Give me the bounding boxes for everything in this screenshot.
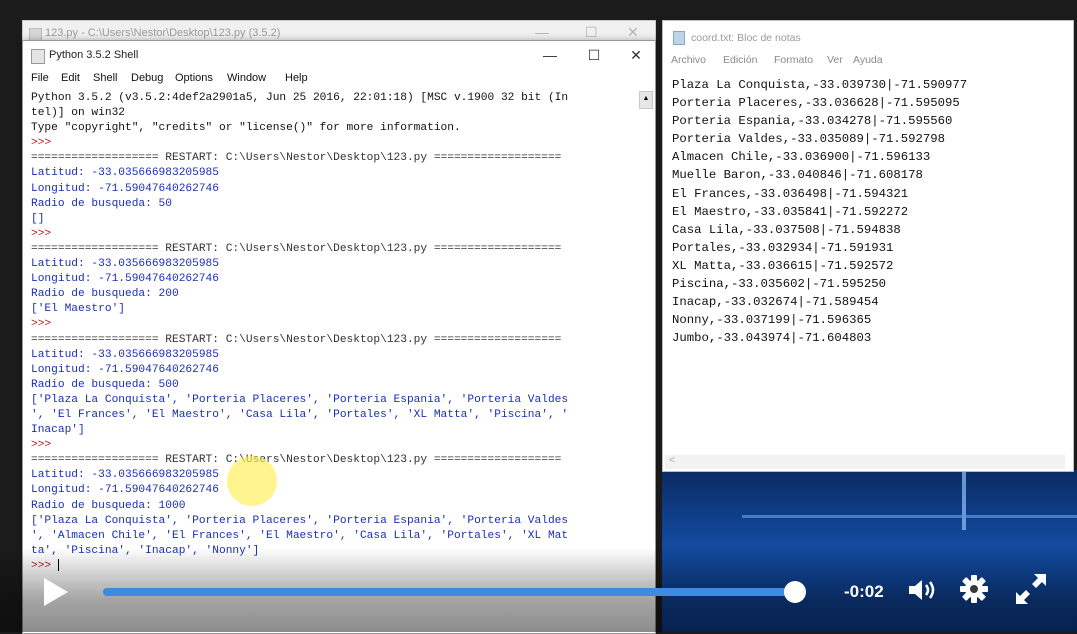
console-line: ['Plaza La Conquista', 'Porteria Placere… [31, 514, 569, 527]
console-line: Longitud: -71.59047640262746 [31, 273, 219, 286]
editor-minimize-button[interactable]: — [535, 24, 549, 40]
console-line: ['Plaza La Conquista', 'Porteria Placere… [31, 393, 569, 406]
notepad-line: Inacap,-33.032674|-71.589454 [672, 295, 879, 310]
console-line: =================== RESTART: C:\Users\Ne… [31, 152, 562, 165]
shell-prompt-line: >>> [31, 227, 58, 240]
notepad-menu-archivo[interactable]: Archivo [671, 54, 706, 66]
console-line: =================== RESTART: C:\Users\Ne… [31, 454, 562, 467]
wallpaper-light-beam [962, 470, 966, 530]
console-line: [] [31, 212, 45, 225]
notepad-line: Plaza La Conquista,-33.039730|-71.590977 [672, 78, 968, 92]
menu-options[interactable]: Options [175, 72, 213, 84]
menu-edit[interactable]: Edit [61, 72, 80, 84]
notepad-line: Piscina,-33.035602|-71.595250 [672, 277, 887, 292]
fullscreen-icon[interactable] [1014, 572, 1048, 613]
video-controls-bar: -0:02 [0, 548, 1077, 632]
shell-console-output[interactable]: Python 3.5.2 (v3.5.2:4def2a2901a5, Jun 2… [31, 91, 639, 581]
console-line: Latitud: -33.035666983205985 [31, 469, 219, 482]
console-line: Inacap'] [31, 424, 85, 437]
notepad-menu-formato[interactable]: Formato [774, 54, 813, 66]
notepad-menu-ver[interactable]: Ver [827, 54, 843, 66]
notepad-line: Muelle Baron,-33.040846|-71.608178 [672, 168, 923, 183]
time-remaining: -0:02 [844, 582, 884, 601]
notepad-line: Porteria Placeres,-33.036628|-71.595095 [672, 96, 960, 111]
shell-menubar: File Edit Shell Debug Options Window Hel… [23, 69, 655, 89]
shell-minimize-button[interactable]: — [533, 45, 567, 65]
notepad-line: Porteria Espania,-33.034278|-71.595560 [672, 114, 953, 129]
notepad-window-title: coord.txt: Bloc de notas [691, 32, 801, 44]
console-line: Latitud: -33.035666983205985 [31, 258, 219, 271]
menu-help[interactable]: Help [285, 72, 308, 84]
notepad-horizontal-scrollbar[interactable]: < [665, 455, 1065, 469]
console-line: ', 'El Frances', 'El Maestro', 'Casa Lil… [31, 408, 569, 421]
mouse-cursor-highlight [227, 456, 277, 506]
console-line: Python 3.5.2 (v3.5.2:4def2a2901a5, Jun 2… [31, 92, 569, 104]
shell-prompt-line: >>> [31, 439, 58, 452]
notepad-line: El Frances,-33.036498|-71.594321 [672, 186, 909, 201]
console-line: Latitud: -33.035666983205985 [31, 167, 219, 180]
notepad-menubar: Archivo Edición Formato Ver Ayuda [663, 49, 1073, 67]
notepad-line: Almacen Chile,-33.036900|-71.596133 [672, 150, 931, 165]
video-progress-track[interactable] [103, 581, 806, 603]
console-line: tel)] on win32 [31, 107, 125, 120]
wallpaper-light-line [742, 515, 1077, 518]
settings-gear-icon[interactable] [958, 573, 990, 612]
notepad-line: Portales,-33.032934|-71.591931 [672, 240, 894, 255]
console-line: Type "copyright", "credits" or "license(… [31, 122, 461, 135]
editor-maximize-button[interactable]: ☐ [585, 24, 598, 41]
console-line: Radio de busqueda: 500 [31, 378, 179, 391]
console-line: Radio de busqueda: 1000 [31, 499, 186, 512]
console-line: Longitud: -71.59047640262746 [31, 182, 219, 195]
menu-shell[interactable]: Shell [93, 72, 117, 84]
notepad-text-area[interactable]: Plaza La Conquista,-33.039730|-71.590977… [672, 76, 1068, 347]
console-line: =================== RESTART: C:\Users\Ne… [31, 333, 562, 346]
console-line: Longitud: -71.59047640262746 [31, 484, 219, 497]
notepad-window[interactable]: coord.txt: Bloc de notas Archivo Edición… [662, 20, 1074, 472]
notepad-line: El Maestro,-33.035841|-71.592272 [672, 204, 909, 219]
notepad-line: Jumbo,-33.043974|-71.604803 [672, 331, 872, 346]
notepad-line: Porteria Valdes,-33.035089|-71.592798 [672, 132, 946, 147]
menu-debug[interactable]: Debug [131, 72, 163, 84]
volume-icon[interactable] [906, 576, 940, 611]
console-line: Radio de busqueda: 50 [31, 197, 172, 210]
python-shell-window[interactable]: Python 3.5.2 Shell — ☐ ✕ File Edit Shell… [22, 40, 656, 634]
notepad-menu-edicion[interactable]: Edición [723, 54, 757, 66]
editor-close-button[interactable]: ✕ [627, 24, 639, 41]
shell-maximize-button[interactable]: ☐ [577, 45, 611, 65]
console-line: ['El Maestro'] [31, 303, 125, 316]
console-line: =================== RESTART: C:\Users\Ne… [31, 242, 562, 255]
play-icon[interactable] [44, 578, 68, 606]
shell-window-title: Python 3.5.2 Shell [49, 49, 139, 61]
editor-window-title: 123.py - C:\Users\Nestor\Desktop\123.py … [45, 27, 281, 39]
video-progress-fill [103, 588, 795, 596]
console-line: ', 'Almacen Chile', 'El Frances', 'El Ma… [31, 529, 569, 542]
console-line: Radio de busqueda: 200 [31, 288, 179, 301]
shell-prompt-line: >>> [31, 137, 58, 150]
console-line: Longitud: -71.59047640262746 [31, 363, 219, 376]
menu-file[interactable]: File [31, 72, 49, 84]
shell-close-button[interactable]: ✕ [619, 45, 653, 65]
notepad-menu-ayuda[interactable]: Ayuda [853, 54, 883, 66]
console-line: Latitud: -33.035666983205985 [31, 348, 219, 361]
shell-prompt-line: >>> [31, 318, 58, 331]
video-progress-knob[interactable] [783, 581, 806, 603]
shell-titlebar[interactable]: Python 3.5.2 Shell — ☐ ✕ [23, 41, 655, 69]
python-shell-icon [31, 49, 45, 64]
notepad-line: Casa Lila,-33.037508|-71.594838 [672, 222, 901, 237]
notepad-line: XL Matta,-33.036615|-71.592572 [672, 258, 894, 273]
notepad-line: Nonny,-33.037199|-71.596365 [672, 313, 872, 328]
notepad-icon [673, 31, 685, 45]
scroll-left-arrow-icon[interactable]: < [669, 455, 675, 466]
menu-window[interactable]: Window [227, 72, 266, 84]
scroll-up-arrow-icon[interactable]: ▲ [639, 91, 653, 109]
notepad-titlebar[interactable]: coord.txt: Bloc de notas [663, 21, 1073, 49]
